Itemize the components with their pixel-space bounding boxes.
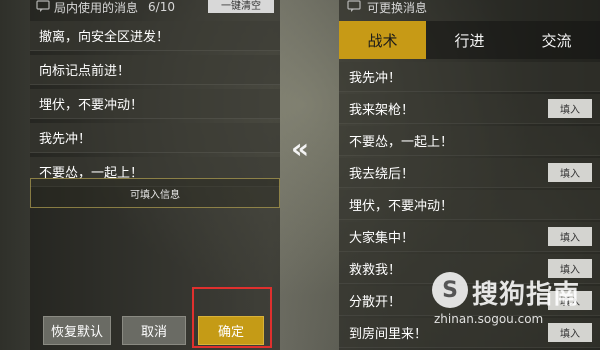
confirm-highlight-annotation	[192, 287, 272, 348]
phrase-text: 大家集中！	[349, 231, 415, 246]
cancel-button[interactable]: 取消	[122, 316, 186, 345]
fill-info-slot[interactable]: 可填入信息	[30, 178, 280, 208]
phrase-item[interactable]: 大家集中！ 填入	[339, 222, 600, 252]
watermark-domain: zhinan.sogou.com	[434, 312, 544, 326]
tab-tactics[interactable]: 战术	[339, 21, 426, 59]
fill-in-button[interactable]: 填入	[548, 163, 592, 182]
selected-message-item[interactable]: 埋伏，不要冲动！	[30, 89, 280, 119]
watermark-text: 搜狗指南	[472, 280, 581, 310]
phrase-text: 我去绕后！	[349, 167, 415, 182]
tab-communication[interactable]: 交流	[513, 21, 600, 59]
phrase-item[interactable]: 不要怂，一起上！	[339, 126, 600, 156]
sogou-watermark: S 搜狗指南 zhinan.sogou.com	[432, 272, 600, 350]
selected-message-item[interactable]: 我先冲！	[30, 123, 280, 153]
selected-message-list: 撤离，向安全区进发！ 向标记点前进！ 埋伏，不要冲动！ 我先冲！ 不要怂，一起上…	[30, 21, 280, 191]
chat-bubble-icon	[347, 0, 361, 15]
phrase-text: 我先冲！	[349, 71, 402, 86]
phrase-text: 救救我！	[349, 263, 402, 278]
fill-in-button[interactable]: 填入	[548, 99, 592, 118]
restore-default-button[interactable]: 恢复默认	[43, 316, 111, 345]
phrase-text: 到房间里来！	[349, 327, 428, 342]
phrase-item[interactable]: 我来架枪！ 填入	[339, 94, 600, 124]
phrase-item[interactable]: 埋伏，不要冲动！	[339, 190, 600, 220]
right-panel-header: 可更换消息	[339, 0, 428, 15]
tab-movement[interactable]: 行进	[426, 21, 513, 59]
phrase-text: 分散开！	[349, 295, 402, 310]
collapse-arrows-icon[interactable]: «	[291, 135, 315, 163]
phrase-text: 埋伏，不要冲动！	[349, 199, 454, 214]
phrase-item[interactable]: 我先冲！	[339, 62, 600, 92]
phrase-item[interactable]: 我去绕后！ 填入	[339, 158, 600, 188]
message-count: 6/10	[148, 0, 175, 14]
fill-in-button[interactable]: 填入	[548, 227, 592, 246]
selected-message-item[interactable]: 向标记点前进！	[30, 55, 280, 85]
right-panel-title: 可更换消息	[367, 0, 428, 15]
clear-all-button[interactable]: 一键清空	[208, 0, 274, 13]
chat-bubble-icon	[36, 0, 50, 15]
selected-message-item[interactable]: 撤离，向安全区进发！	[30, 21, 280, 51]
phrase-text: 我来架枪！	[349, 103, 415, 118]
left-panel-title: 局内使用的消息	[54, 0, 139, 15]
category-tabs: 战术 行进 交流	[339, 21, 600, 59]
sogou-logo-icon: S	[432, 272, 468, 308]
phrase-text: 不要怂，一起上！	[349, 135, 454, 150]
